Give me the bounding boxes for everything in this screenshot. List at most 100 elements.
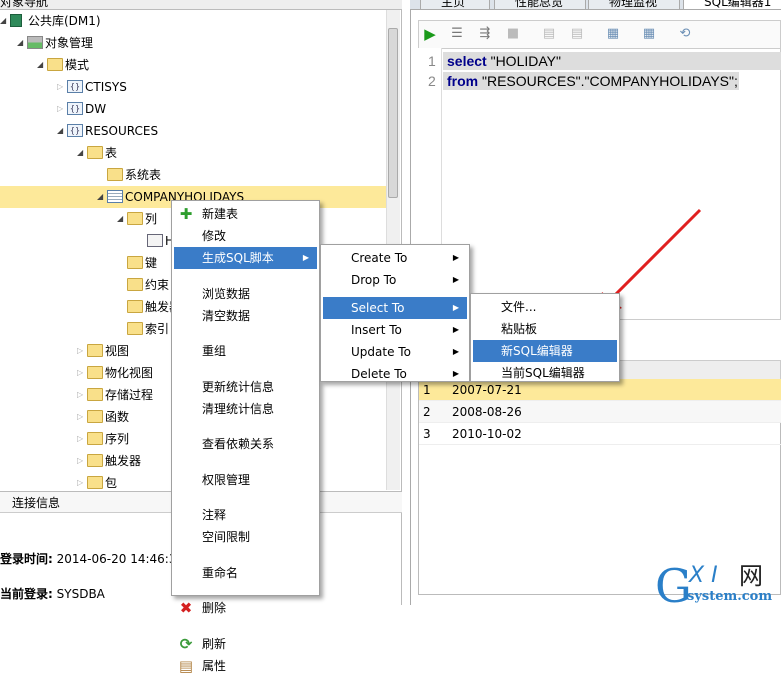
collapse-arrow-icon[interactable]: ◢ (97, 186, 103, 208)
tab-label: 性能总览 (515, 0, 564, 9)
tree-item[interactable]: ◢ 表 (0, 142, 386, 164)
tree-item[interactable]: ◢ 对象管理 (0, 32, 386, 54)
menu-item[interactable]: 重组 (174, 340, 317, 362)
tree-item-label: 视图 (105, 344, 130, 358)
menu-item-label: 重组 (202, 344, 227, 358)
tree-item[interactable]: ◢ 公共库(DM1) (0, 10, 386, 32)
expand-arrow-icon[interactable]: ▷ (77, 450, 83, 472)
menu-item[interactable]: 修改 (174, 225, 317, 247)
menu-item[interactable]: 权限管理 (174, 469, 317, 491)
menu-item-label: 更新统计信息 (202, 379, 275, 394)
explain-icon[interactable]: ▦ (605, 26, 621, 42)
menu-item[interactable]: ⟳ 刷新 (174, 633, 317, 655)
svg-text:X I: X I (688, 563, 718, 588)
row-number: 2 (423, 405, 431, 419)
tree-item[interactable]: 系统表 (0, 164, 386, 186)
menu-item[interactable]: 查看依赖关系 (174, 433, 317, 455)
svg-text:网: 网 (739, 562, 763, 590)
generate-sql-submenu: Create To ▶ Drop To ▶ Select To ▶ Insert To ▶ Up… (320, 244, 470, 382)
schema-icon: {} (67, 102, 83, 115)
collapse-arrow-icon[interactable]: ◢ (0, 10, 6, 32)
expand-arrow-icon[interactable]: ▷ (77, 406, 83, 428)
folder-icon (107, 168, 123, 181)
menu-item[interactable]: Select To ▶ (323, 297, 467, 319)
menu-item[interactable]: ✚ 新建表 (174, 203, 317, 225)
delete-x-icon: ✖ (179, 599, 193, 617)
grid-icon[interactable]: ▦ (641, 26, 657, 42)
tab-performance[interactable]: 性能总览 (494, 0, 586, 9)
cell-holiday: 2010-10-02 (452, 427, 522, 441)
expand-arrow-icon[interactable]: ▷ (77, 362, 83, 384)
rollback-icon[interactable]: ▤ (569, 26, 585, 42)
expand-arrow-icon[interactable]: ▷ (57, 76, 63, 98)
expand-arrow-icon[interactable]: ▷ (77, 340, 83, 362)
stop-icon[interactable]: ■ (505, 26, 521, 42)
submenu-arrow-icon: ▶ (452, 275, 459, 284)
expand-arrow-icon[interactable]: ▷ (57, 98, 63, 120)
tab-physical-monitor[interactable]: 物理监视 (588, 0, 680, 9)
collapse-arrow-icon[interactable]: ◢ (77, 142, 83, 164)
menu-item-label: 新SQL编辑器 (501, 344, 573, 358)
menu-item[interactable]: 新SQL编辑器 (473, 340, 617, 362)
menu-item[interactable]: Drop To ▶ (323, 269, 467, 291)
menu-item[interactable]: Insert To ▶ (323, 319, 467, 341)
menu-separator (176, 460, 315, 462)
menu-item-label: 注释 (202, 508, 227, 522)
tab-sql-editor-1[interactable]: SQL编辑器1 (683, 0, 781, 9)
menu-item[interactable]: 清空数据 (174, 305, 317, 327)
menu-item-label: 粘贴板 (501, 322, 538, 336)
menu-item[interactable]: 注释 (174, 504, 317, 526)
tree-item[interactable]: ▷ {} DW (0, 98, 386, 120)
tree-item-label: CTISYS (85, 80, 127, 94)
folder-icon (87, 344, 103, 357)
expand-arrow-icon[interactable]: ▷ (77, 384, 83, 406)
menu-item[interactable]: 重命名 (174, 562, 317, 584)
menu-item[interactable]: ✖ 删除 (174, 597, 317, 619)
menu-item-label: 刷新 (202, 636, 227, 651)
table-row[interactable]: 2 2008-08-26 (419, 401, 781, 423)
run-selected-icon[interactable]: ☰ (449, 26, 465, 42)
tree-item[interactable]: ▷ {} CTISYS (0, 76, 386, 98)
login-time: 登录时间: 2014-06-20 14:46:35 (0, 550, 184, 567)
commit-icon[interactable]: ▤ (541, 26, 557, 42)
collapse-arrow-icon[interactable]: ◢ (17, 32, 23, 54)
folder-icon (87, 410, 103, 423)
table-row[interactable]: 3 2010-10-02 (419, 423, 781, 445)
tree-scrollbar-thumb[interactable] (388, 28, 398, 198)
cell-holiday: 2008-08-26 (452, 405, 522, 419)
collapse-arrow-icon[interactable]: ◢ (117, 208, 123, 230)
menu-separator (176, 332, 315, 334)
menu-separator (176, 496, 315, 498)
menu-item[interactable]: ▤ 属性 (174, 655, 317, 677)
menu-item[interactable]: 文件... (473, 296, 617, 318)
connection-info-title: 连接信息 (12, 496, 61, 510)
menu-item[interactable]: Create To ▶ (323, 247, 467, 269)
tree-item-label: 表 (105, 146, 118, 160)
submenu-arrow-icon: ▶ (452, 303, 459, 312)
menu-item[interactable]: 浏览数据 (174, 283, 317, 305)
tree-item-label: RESOURCES (85, 124, 159, 138)
sql-text: "HOLIDAY" (486, 53, 561, 69)
menu-separator (176, 553, 315, 555)
menu-item[interactable]: 更新统计信息 (174, 376, 317, 398)
tree-item[interactable]: ◢ {} RESOURCES (0, 120, 386, 142)
folder-icon (127, 322, 143, 335)
menu-item[interactable]: 清理统计信息 (174, 398, 317, 420)
expand-arrow-icon[interactable]: ▷ (77, 428, 83, 450)
menu-separator (176, 425, 315, 427)
run-step-icon[interactable]: ⇶ (477, 26, 493, 42)
menu-item-label: Create To (351, 251, 408, 265)
collapse-arrow-icon[interactable]: ◢ (57, 120, 63, 142)
menu-item[interactable]: 粘贴板 (473, 318, 617, 340)
tab-home[interactable]: 主页 (420, 0, 490, 9)
menu-item[interactable]: Update To ▶ (323, 341, 467, 363)
tree-item-label: 存储过程 (105, 388, 154, 402)
menu-item[interactable]: 空间限制 (174, 526, 317, 548)
menu-item[interactable]: Delete To ▶ (323, 363, 467, 385)
menu-item[interactable]: 生成SQL脚本 ▶ (174, 247, 317, 269)
history-icon[interactable]: ⟲ (677, 26, 693, 42)
run-icon[interactable]: ▶ (422, 26, 438, 42)
tree-item[interactable]: ◢ 模式 (0, 54, 386, 76)
menu-item[interactable]: 当前SQL编辑器 (473, 362, 617, 384)
collapse-arrow-icon[interactable]: ◢ (37, 54, 43, 76)
